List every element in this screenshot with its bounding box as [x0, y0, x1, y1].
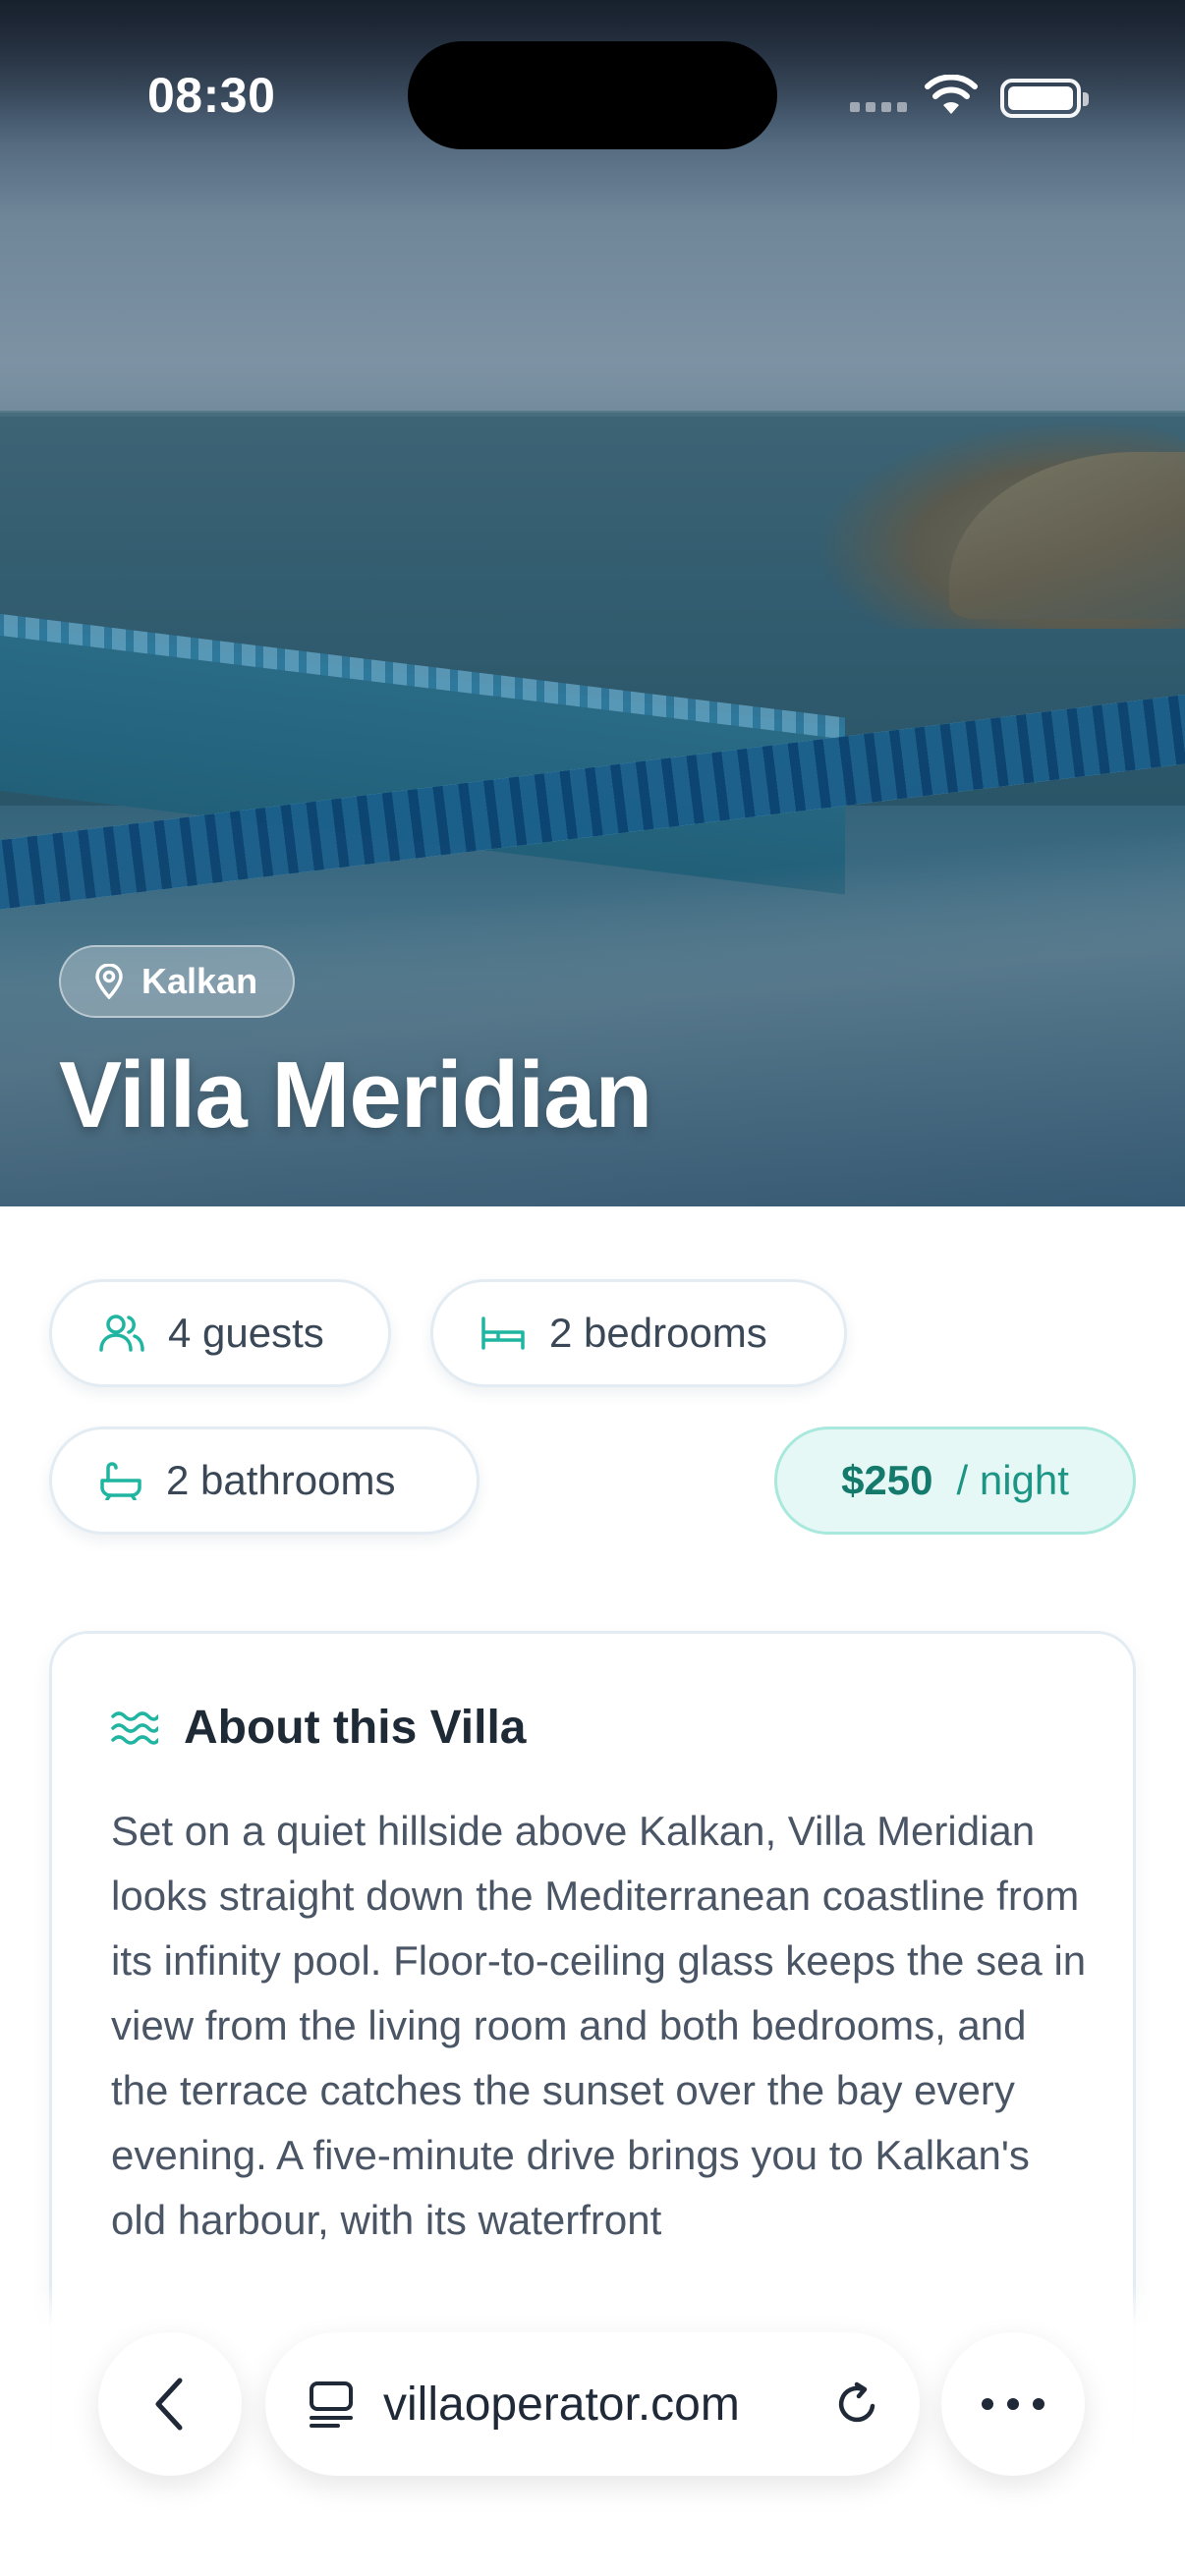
location-label: Kalkan	[141, 961, 258, 1001]
map-pin-icon	[95, 964, 123, 999]
status-time: 08:30	[147, 68, 276, 123]
address-bar[interactable]: villaoperator.com	[265, 2332, 920, 2476]
dynamic-island	[408, 41, 777, 149]
about-description: Set on a quiet hillside above Kalkan, Vi…	[111, 1808, 1087, 2243]
about-title: About this Villa	[184, 1702, 527, 1754]
price-amount: $250	[841, 1457, 933, 1503]
waves-icon	[111, 1710, 158, 1745]
more-options-button[interactable]	[941, 2332, 1085, 2476]
price-unit: / night	[956, 1457, 1069, 1503]
villa-title: Villa Meridian	[59, 1042, 652, 1148]
price-badge: $250 / night	[774, 1427, 1136, 1535]
wifi-icon	[925, 75, 978, 114]
bathrooms-chip: 2 bathrooms	[49, 1427, 480, 1535]
back-button[interactable]	[98, 2332, 242, 2476]
reload-icon[interactable]	[833, 2380, 880, 2428]
guests-chip: 4 guests	[49, 1279, 391, 1387]
hero-image	[0, 0, 1185, 1206]
users-icon	[99, 1315, 144, 1352]
about-header: About this Villa	[111, 1701, 526, 1755]
location-badge: Kalkan	[59, 945, 296, 1018]
url-text: villaoperator.com	[383, 2378, 740, 2431]
cellular-signal-icon	[850, 102, 907, 112]
bathtub-icon	[100, 1462, 141, 1500]
bed-icon	[481, 1316, 525, 1350]
chevron-left-icon	[155, 2378, 183, 2431]
battery-icon	[1000, 79, 1089, 118]
bathrooms-label: 2 bathrooms	[166, 1457, 396, 1503]
guests-label: 4 guests	[168, 1310, 324, 1356]
hero-overlay	[0, 0, 1185, 1206]
bedrooms-chip: 2 bedrooms	[430, 1279, 847, 1387]
page-menu-icon	[310, 2381, 353, 2428]
ellipsis-icon	[982, 2398, 1044, 2410]
bedrooms-label: 2 bedrooms	[549, 1310, 767, 1356]
